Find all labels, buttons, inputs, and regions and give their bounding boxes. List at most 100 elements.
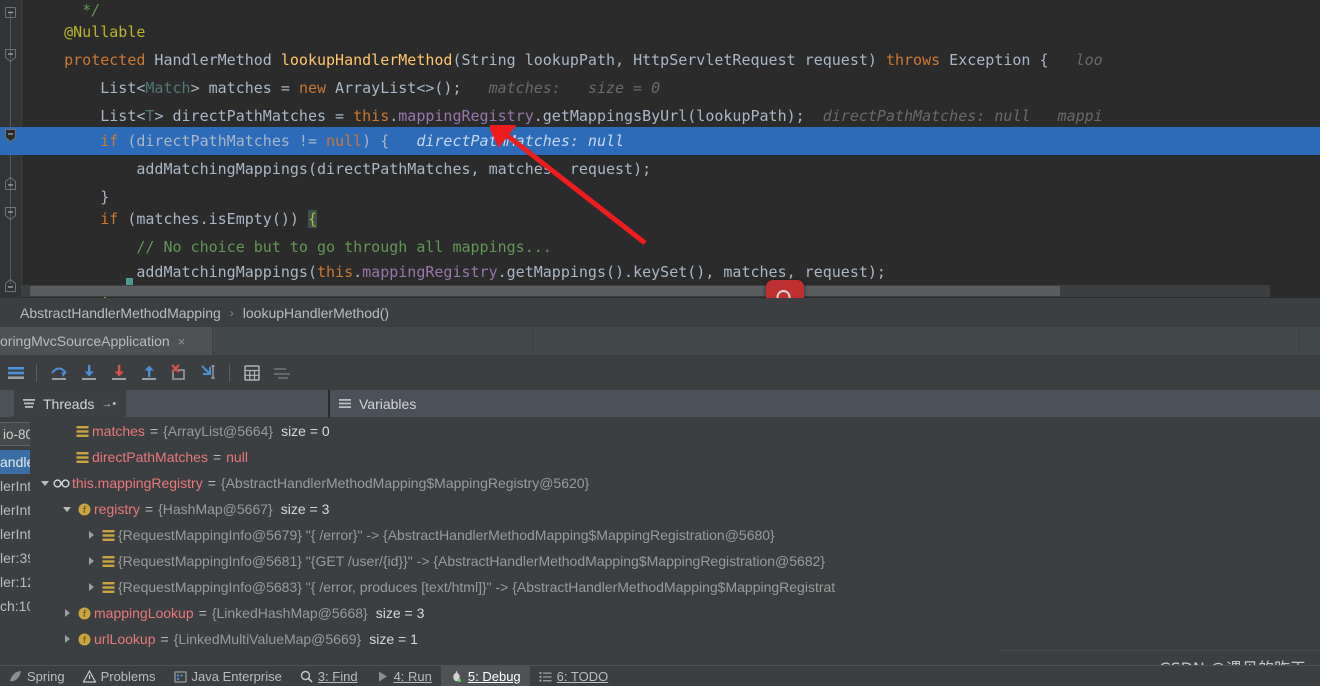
variable-value: {RequestMappingInfo@5681} "{GET /user/{i… bbox=[118, 553, 826, 569]
field-icon: f bbox=[74, 606, 94, 621]
twisty-collapsed-icon[interactable] bbox=[84, 582, 98, 592]
status-item-label: Spring bbox=[27, 668, 65, 684]
breadcrumb-class[interactable]: AbstractHandlerMethodMapping bbox=[20, 305, 221, 321]
drop-frame-button[interactable] bbox=[165, 360, 193, 386]
code-line: @Nullable bbox=[22, 18, 1320, 46]
status-item-problems[interactable]: Problems bbox=[74, 666, 165, 686]
bug-icon bbox=[453, 670, 461, 682]
variable-row[interactable]: f urlLookup = {LinkedMultiValueMap@5669}… bbox=[30, 626, 990, 652]
variable-row[interactable]: f registry = {HashMap@5667} size = 3 bbox=[30, 496, 990, 522]
status-item-debug[interactable]: 5: Debug bbox=[440, 665, 530, 686]
field-icon: f bbox=[74, 502, 94, 517]
status-bar[interactable]: Spring Problems Java Enterprise 3: Find … bbox=[0, 665, 1320, 686]
status-item-run[interactable]: 4: Run bbox=[367, 666, 441, 686]
variables-tree[interactable]: matches = {ArrayList@5664} size = 0 dire… bbox=[30, 418, 990, 665]
fold-marker-icon[interactable] bbox=[4, 278, 17, 292]
breadcrumb[interactable]: AbstractHandlerMethodMapping › lookupHan… bbox=[0, 298, 1320, 327]
run-to-cursor-button[interactable] bbox=[195, 360, 223, 386]
equals-sign: = bbox=[198, 605, 207, 621]
run-tab-empty-1 bbox=[213, 327, 533, 355]
variable-value: {RequestMappingInfo@5683} "{ /error, pro… bbox=[118, 579, 836, 595]
variable-value: {LinkedMultiValueMap@5669} bbox=[173, 631, 362, 647]
array-icon bbox=[72, 451, 92, 464]
variable-value: null bbox=[226, 449, 248, 465]
show-execution-point-button[interactable] bbox=[2, 360, 30, 386]
pin-icon[interactable]: →• bbox=[101, 398, 116, 410]
step-out-icon bbox=[142, 365, 156, 380]
variable-value: {LinkedHashMap@5668} bbox=[211, 605, 368, 621]
fold-marker-icon[interactable] bbox=[4, 48, 17, 63]
fold-marker-icon[interactable] bbox=[4, 128, 17, 143]
watermark-rule bbox=[1000, 650, 1320, 651]
status-item-label: Java Enterprise bbox=[191, 668, 282, 684]
twisty-collapsed-icon[interactable] bbox=[60, 608, 74, 618]
code-text-area[interactable]: */ @Nullable protected HandlerMethod loo… bbox=[22, 0, 1320, 298]
twisty-expanded-icon[interactable] bbox=[38, 478, 52, 488]
variable-size: size = 3 bbox=[280, 501, 330, 517]
sort-settings-button[interactable] bbox=[268, 360, 296, 386]
status-item-todo[interactable]: 6: TODO bbox=[530, 666, 618, 686]
editor-horizontal-scrollbar[interactable] bbox=[22, 285, 1270, 297]
twisty-collapsed-icon[interactable] bbox=[84, 556, 98, 566]
run-tab-empty-2 bbox=[533, 327, 1300, 355]
force-step-into-button[interactable] bbox=[105, 360, 133, 386]
step-into-button[interactable] bbox=[75, 360, 103, 386]
code-token: */ bbox=[82, 1, 101, 19]
twisty-collapsed-icon[interactable] bbox=[84, 530, 98, 540]
status-item-java-enterprise[interactable]: Java Enterprise bbox=[165, 666, 291, 686]
variable-name: registry bbox=[94, 501, 140, 517]
variable-row[interactable]: this.mappingRegistry = {AbstractHandlerM… bbox=[30, 470, 990, 496]
variable-row[interactable]: directPathMatches = null bbox=[30, 444, 990, 470]
debugger-step-toolbar[interactable] bbox=[0, 356, 1320, 390]
breadcrumb-method[interactable]: lookupHandlerMethod() bbox=[243, 305, 389, 321]
equals-sign: = bbox=[160, 631, 169, 647]
status-item-label: 3: Find bbox=[317, 668, 358, 684]
variable-name: urlLookup bbox=[94, 631, 156, 647]
glasses-icon bbox=[52, 478, 72, 489]
step-over-button[interactable] bbox=[45, 360, 73, 386]
run-tab-bar[interactable]: oringMvcSourceApplication × bbox=[0, 327, 1320, 355]
status-item-label: 4: Run bbox=[393, 668, 432, 684]
variable-row[interactable]: {RequestMappingInfo@5679} "{ /error}" ->… bbox=[30, 522, 990, 548]
variable-name: this.mappingRegistry bbox=[72, 475, 203, 491]
variable-size: size = 1 bbox=[369, 631, 418, 647]
warning-icon bbox=[82, 669, 96, 683]
variable-row[interactable]: {RequestMappingInfo@5683} "{ /error, pro… bbox=[30, 574, 990, 600]
variable-size: size = 0 bbox=[281, 423, 330, 439]
step-out-button[interactable] bbox=[135, 360, 163, 386]
code-editor[interactable]: */ @Nullable protected HandlerMethod loo… bbox=[0, 0, 1320, 298]
run-tab-active[interactable]: oringMvcSourceApplication × bbox=[0, 327, 213, 355]
tab-threads[interactable]: Threads →• bbox=[14, 389, 127, 418]
twisty-expanded-icon[interactable] bbox=[60, 504, 74, 514]
variables-panel-header: Variables bbox=[330, 390, 1320, 418]
step-over-icon bbox=[51, 367, 67, 380]
fold-marker-icon[interactable] bbox=[4, 6, 17, 19]
field-icon: f bbox=[74, 632, 94, 647]
frames-panel-header: Threads →• bbox=[0, 389, 328, 418]
variable-row[interactable]: matches = {ArrayList@5664} size = 0 bbox=[30, 418, 990, 444]
status-item-spring[interactable]: Spring bbox=[0, 666, 74, 686]
editor-gutter[interactable] bbox=[0, 0, 22, 298]
chevron-right-icon: › bbox=[229, 305, 234, 320]
spring-leaf-icon bbox=[10, 670, 21, 681]
fold-marker-icon[interactable] bbox=[4, 176, 17, 190]
scrollbar-thumb[interactable] bbox=[30, 286, 1060, 296]
toolbar-separator bbox=[229, 364, 230, 382]
threads-icon bbox=[23, 398, 35, 408]
variable-value: {HashMap@5667} bbox=[158, 501, 273, 517]
enterprise-icon bbox=[173, 670, 187, 683]
tab-threads-label: Threads bbox=[43, 395, 95, 412]
lines-icon bbox=[8, 367, 24, 379]
variable-row[interactable]: {RequestMappingInfo@5681} "{GET /user/{i… bbox=[30, 548, 990, 574]
twisty-collapsed-icon[interactable] bbox=[60, 634, 74, 644]
array-icon bbox=[98, 555, 118, 568]
ide-window: */ @Nullable protected HandlerMethod loo… bbox=[0, 0, 1320, 686]
drop-frame-icon bbox=[171, 364, 185, 380]
close-icon[interactable]: × bbox=[178, 334, 186, 349]
fold-marker-icon[interactable] bbox=[4, 206, 17, 221]
status-item-find[interactable]: 3: Find bbox=[291, 666, 367, 686]
evaluate-expression-button[interactable] bbox=[238, 360, 266, 386]
variable-value: {ArrayList@5664} bbox=[163, 423, 274, 439]
variable-row[interactable]: f mappingLookup = {LinkedHashMap@5668} s… bbox=[30, 600, 990, 626]
step-into-icon bbox=[82, 365, 96, 380]
